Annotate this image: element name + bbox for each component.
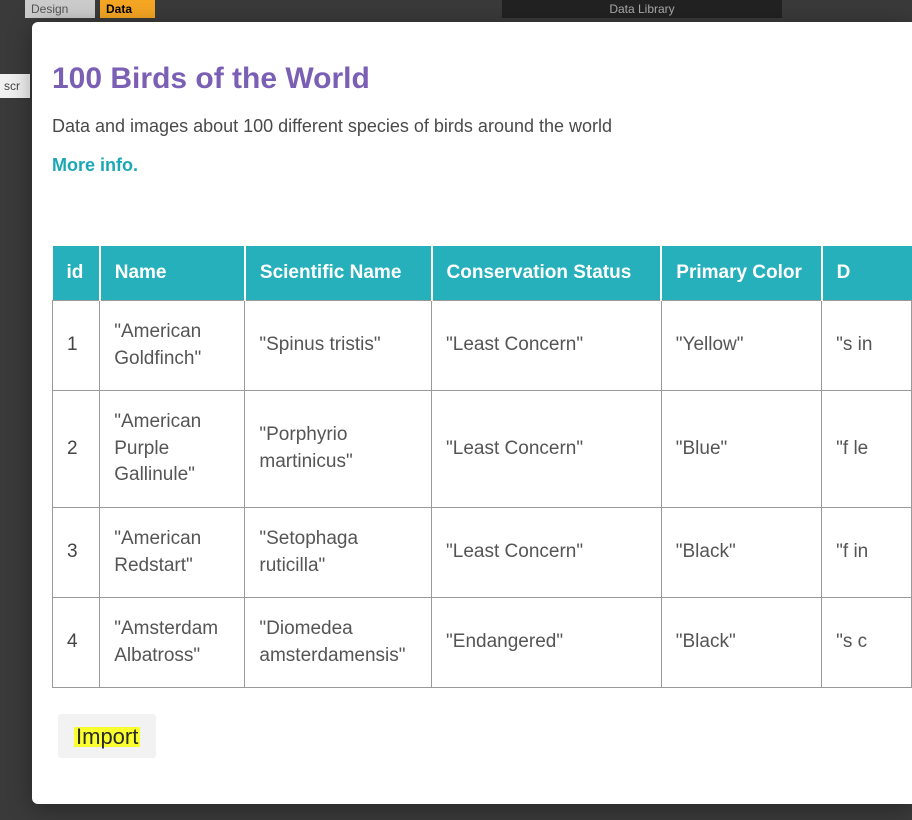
cell-primary-color: "Black" [661,507,821,597]
header-name[interactable]: Name [100,246,245,301]
more-info-link[interactable]: More info. [52,155,138,176]
cell-name: "American Goldfinch" [100,301,245,391]
cell-conservation-status: "Least Concern" [432,507,662,597]
modal-description: Data and images about 100 different spec… [52,116,892,137]
cell-id: 1 [53,301,100,391]
cell-primary-color: "Yellow" [661,301,821,391]
cell-conservation-status: "Least Concern" [432,391,662,508]
table-row: 2"American Purple Gallinule""Porphyrio m… [53,391,912,508]
cell-id: 3 [53,507,100,597]
data-table: id Name Scientific Name Conservation Sta… [52,246,912,688]
cell-primary-color: "Blue" [661,391,821,508]
header-conservation-status[interactable]: Conservation Status [432,246,662,301]
import-button-label: Import [74,724,140,749]
table-scroll-region[interactable]: id Name Scientific Name Conservation Sta… [52,246,912,702]
import-button[interactable]: Import [58,714,156,758]
table-row: 1"American Goldfinch""Spinus tristis""Le… [53,301,912,391]
backdrop-header: Data Library [502,0,782,18]
cell-scientific-name: "Setophaga ruticilla" [245,507,432,597]
cell-id: 4 [53,598,100,688]
cell-conservation-status: "Least Concern" [432,301,662,391]
cell-scientific-name: "Spinus tristis" [245,301,432,391]
search-fragment[interactable]: scr [0,74,30,98]
cell-conservation-status: "Endangered" [432,598,662,688]
modal: 100 Birds of the World Data and images a… [32,22,912,804]
cell-diet: "s in [822,301,912,391]
tab-data[interactable]: Data [100,0,155,18]
cell-scientific-name: "Diomedea amsterdamensis" [245,598,432,688]
table-row: 3"American Redstart""Setophaga ruticilla… [53,507,912,597]
cell-name: "American Purple Gallinule" [100,391,245,508]
modal-title: 100 Birds of the World [52,62,892,96]
cell-diet: "f in [822,507,912,597]
cell-name: "Amsterdam Albatross" [100,598,245,688]
cell-diet: "s c [822,598,912,688]
cell-name: "American Redstart" [100,507,245,597]
header-diet[interactable]: D [822,246,912,301]
cell-diet: "f le [822,391,912,508]
header-id[interactable]: id [53,246,100,301]
cell-primary-color: "Black" [661,598,821,688]
cell-scientific-name: "Porphyrio martinicus" [245,391,432,508]
header-primary-color[interactable]: Primary Color [661,246,821,301]
table-row: 4"Amsterdam Albatross""Diomedea amsterda… [53,598,912,688]
header-scientific-name[interactable]: Scientific Name [245,246,432,301]
cell-id: 2 [53,391,100,508]
tab-design[interactable]: Design [25,0,95,18]
